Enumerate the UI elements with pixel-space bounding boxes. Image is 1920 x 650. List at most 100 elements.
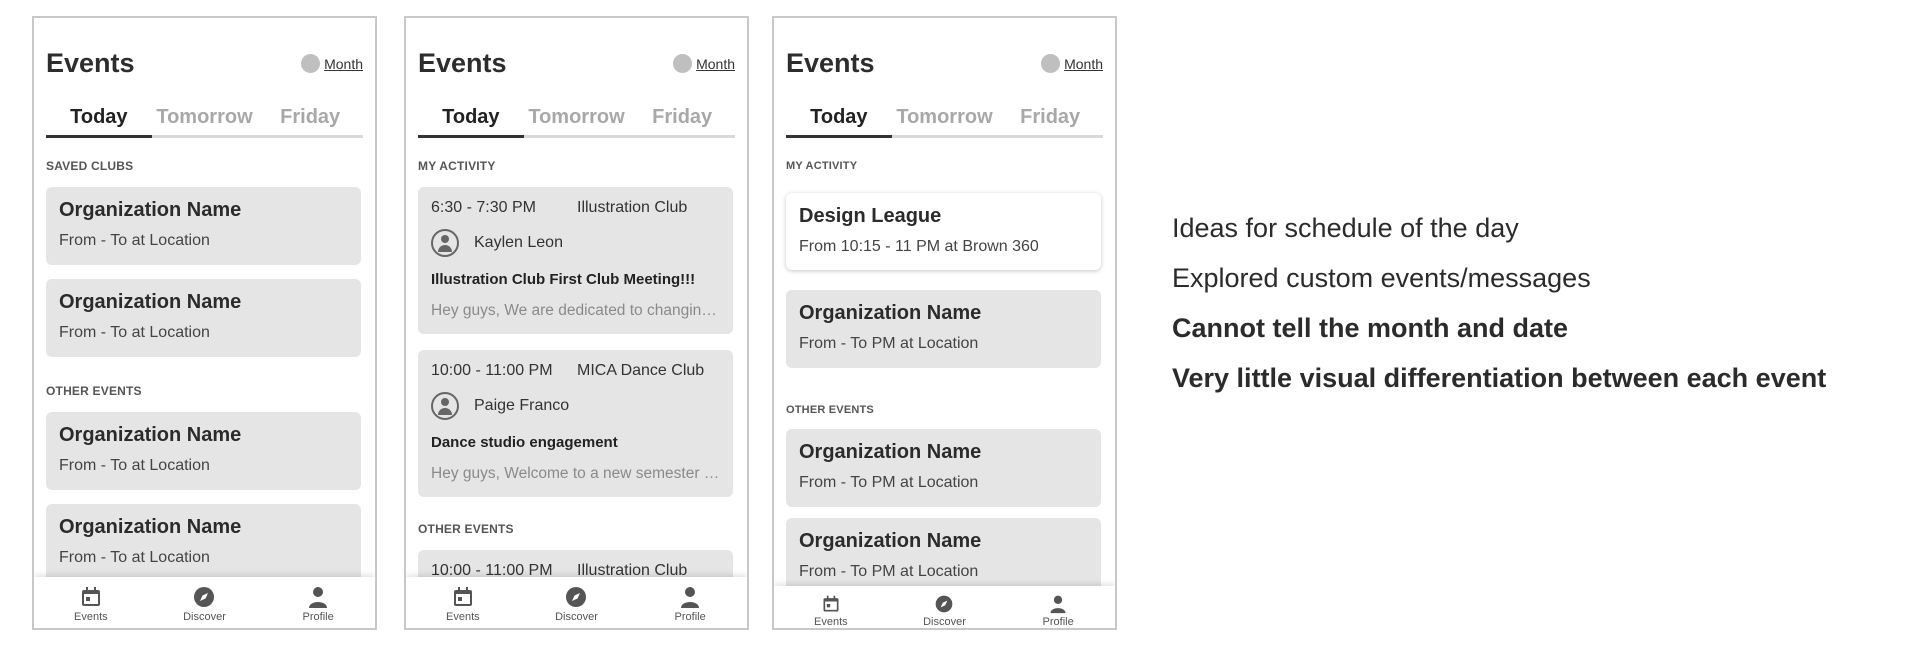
org-name: Organization Name bbox=[59, 516, 242, 538]
event-card[interactable]: Organization Name From - To PM at Locati… bbox=[786, 518, 1101, 596]
event-card[interactable]: Organization Name From - To at Location bbox=[46, 504, 361, 582]
phone-frame-featured-event: Events Month Today Tomorrow Friday MY AC… bbox=[772, 16, 1117, 630]
section-other-events: OTHER EVENTS bbox=[786, 404, 874, 416]
page-title: Events bbox=[418, 48, 507, 78]
event-time-location: From - To PM at Location bbox=[799, 474, 979, 491]
event-time-location: From - To at Location bbox=[59, 549, 210, 566]
poster: Paige Franco bbox=[431, 392, 720, 420]
message-preview: Hey guys, We are dedicated to changing t… bbox=[431, 302, 720, 319]
nav-discover[interactable]: Discover bbox=[536, 577, 616, 628]
section-my-activity: MY ACTIVITY bbox=[418, 159, 496, 173]
user-avatar-icon bbox=[431, 392, 459, 420]
bottom-nav: Events Discover Profile bbox=[34, 577, 375, 628]
org-name: Organization Name bbox=[59, 424, 242, 446]
tab-friday[interactable]: Friday bbox=[997, 102, 1103, 135]
bottom-nav: Events Discover Profile bbox=[406, 577, 747, 628]
activity-card[interactable]: 10:00 - 11:00 PM MICA Dance Club Paige F… bbox=[418, 350, 733, 497]
tab-friday[interactable]: Friday bbox=[257, 102, 363, 135]
activity-header: 6:30 - 7:30 PM Illustration Club bbox=[431, 199, 720, 217]
org-name: Organization Name bbox=[799, 530, 982, 552]
person-icon bbox=[309, 587, 328, 608]
nav-label: Discover bbox=[923, 616, 966, 628]
phone-frame-saved-clubs: Events Month Today Tomorrow Friday SAVED… bbox=[32, 16, 377, 630]
nav-label: Events bbox=[74, 611, 108, 623]
org-name: Organization Name bbox=[799, 441, 982, 463]
compass-icon bbox=[566, 587, 587, 607]
section-saved-clubs: SAVED CLUBS bbox=[46, 159, 134, 173]
header: Events Month bbox=[46, 48, 363, 84]
calendar-dot-icon bbox=[1041, 54, 1061, 73]
nav-label: Profile bbox=[1042, 616, 1074, 628]
day-tabs: Today Tomorrow Friday bbox=[418, 102, 735, 138]
event-card[interactable]: Organization Name From - To PM at Locati… bbox=[786, 290, 1101, 368]
club-name: MICA Dance Club bbox=[577, 362, 705, 379]
day-tabs: Today Tomorrow Friday bbox=[786, 102, 1103, 138]
design-notes: Ideas for schedule of the day Explored c… bbox=[1172, 213, 1826, 413]
tab-today[interactable]: Today bbox=[418, 102, 524, 138]
org-name: Organization Name bbox=[799, 302, 982, 324]
month-toggle[interactable]: Month bbox=[1041, 54, 1103, 73]
tab-tomorrow[interactable]: Tomorrow bbox=[152, 102, 258, 135]
person-icon bbox=[1050, 595, 1066, 614]
user-avatar-icon bbox=[431, 229, 459, 257]
nav-events[interactable]: Events bbox=[51, 577, 131, 628]
nav-label: Discover bbox=[183, 611, 226, 623]
activity-card[interactable]: 6:30 - 7:30 PM Illustration Club Kaylen … bbox=[418, 187, 733, 334]
nav-profile[interactable]: Profile bbox=[650, 577, 730, 628]
note-explored: Explored custom events/messages bbox=[1172, 263, 1591, 293]
nav-profile[interactable]: Profile bbox=[278, 577, 358, 628]
month-link[interactable]: Month bbox=[1064, 56, 1103, 72]
header: Events Month bbox=[418, 48, 735, 84]
nav-label: Discover bbox=[555, 611, 598, 623]
compass-icon bbox=[194, 587, 215, 607]
bottom-nav: Events Discover Profile bbox=[774, 586, 1115, 628]
event-card[interactable]: Organization Name From - To PM at Locati… bbox=[786, 429, 1101, 507]
event-time-location: From - To at Location bbox=[59, 232, 210, 249]
section-other-events: OTHER EVENTS bbox=[46, 384, 142, 398]
tab-tomorrow[interactable]: Tomorrow bbox=[524, 102, 630, 135]
activity-header: 10:00 - 11:00 PM MICA Dance Club bbox=[431, 362, 720, 380]
poster-name: Paige Franco bbox=[474, 397, 570, 414]
nav-label: Profile bbox=[302, 611, 334, 623]
poster: Kaylen Leon bbox=[431, 229, 720, 257]
event-time-location: From - To PM at Location bbox=[799, 335, 979, 352]
tab-friday[interactable]: Friday bbox=[629, 102, 735, 135]
section-other-events: OTHER EVENTS bbox=[418, 522, 514, 536]
month-toggle[interactable]: Month bbox=[301, 54, 363, 73]
calendar-icon bbox=[453, 587, 472, 606]
tab-tomorrow[interactable]: Tomorrow bbox=[892, 102, 998, 135]
tab-today[interactable]: Today bbox=[786, 102, 892, 138]
tab-today[interactable]: Today bbox=[46, 102, 152, 138]
message-title: Dance studio engagement bbox=[431, 434, 618, 451]
event-name: Design League bbox=[799, 205, 942, 227]
note-issue-differentiation: Very little visual differentiation betwe… bbox=[1172, 363, 1827, 393]
event-card[interactable]: Organization Name From - To at Location bbox=[46, 279, 361, 357]
nav-label: Events bbox=[814, 616, 848, 628]
featured-event-card[interactable]: Design League From 10:15 - 11 PM at Brow… bbox=[786, 193, 1101, 270]
event-card[interactable]: Organization Name From - To at Location bbox=[46, 412, 361, 490]
month-toggle[interactable]: Month bbox=[673, 54, 735, 73]
message-title: Illustration Club First Club Meeting!!! bbox=[431, 271, 696, 288]
header: Events Month bbox=[786, 48, 1103, 84]
event-time: 10:00 - 11:00 PM bbox=[431, 362, 553, 379]
nav-events[interactable]: Events bbox=[791, 586, 871, 628]
org-name: Organization Name bbox=[59, 199, 242, 221]
calendar-icon bbox=[823, 595, 839, 612]
note-issue-date: Cannot tell the month and date bbox=[1172, 313, 1568, 343]
event-time-location: From - To PM at Location bbox=[799, 563, 979, 580]
month-link[interactable]: Month bbox=[324, 56, 363, 72]
compass-icon bbox=[936, 595, 953, 613]
nav-label: Events bbox=[446, 611, 480, 623]
nav-events[interactable]: Events bbox=[423, 577, 503, 628]
month-link[interactable]: Month bbox=[696, 56, 735, 72]
event-time-location: From - To at Location bbox=[59, 324, 210, 341]
phone-frame-my-activity: Events Month Today Tomorrow Friday MY AC… bbox=[404, 16, 749, 630]
nav-discover[interactable]: Discover bbox=[904, 586, 984, 628]
nav-profile[interactable]: Profile bbox=[1018, 586, 1098, 628]
section-my-activity: MY ACTIVITY bbox=[786, 160, 858, 172]
poster-name: Kaylen Leon bbox=[474, 234, 563, 251]
event-card[interactable]: Organization Name From - To at Location bbox=[46, 187, 361, 265]
org-name: Organization Name bbox=[59, 291, 242, 313]
page-title: Events bbox=[46, 48, 135, 78]
nav-discover[interactable]: Discover bbox=[164, 577, 244, 628]
